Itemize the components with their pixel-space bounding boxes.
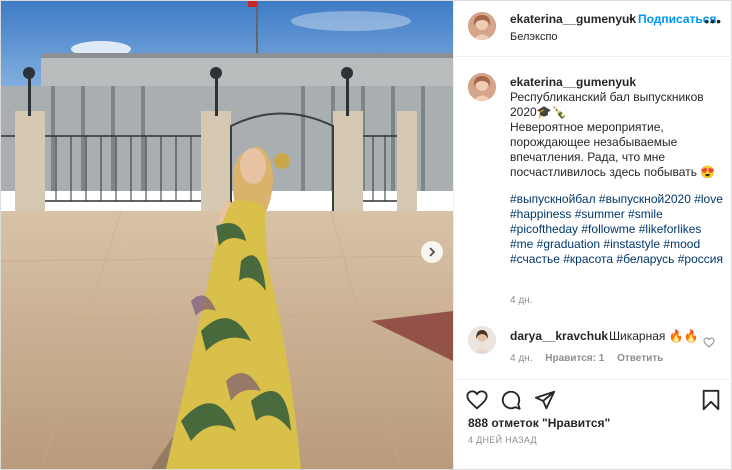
- share-button[interactable]: [534, 389, 556, 411]
- instagram-post: ekaterina__gumenyuk • Подписаться Белэкс…: [0, 0, 732, 470]
- caption-emoji: 🎓🍾: [536, 105, 567, 119]
- caption-emoji-2: 😍: [700, 165, 716, 179]
- comment-time: 4 дн.: [510, 353, 533, 364]
- comment-username[interactable]: darya__kravchuk: [510, 329, 608, 343]
- caption-avatar[interactable]: [468, 73, 496, 101]
- avatar-image: [468, 73, 496, 101]
- like-button[interactable]: [466, 389, 488, 411]
- comment-emoji: 🔥🔥: [668, 329, 699, 343]
- comment-like-button[interactable]: [703, 335, 715, 353]
- comment-likes[interactable]: Нравится: 1: [545, 353, 604, 364]
- save-button[interactable]: [700, 389, 722, 411]
- post-side-panel: ekaterina__gumenyuk • Подписаться Белэкс…: [453, 1, 732, 469]
- heart-icon: [466, 390, 488, 410]
- caption-text: Республиканский бал выпускников 2020🎓🍾 Н…: [510, 90, 724, 267]
- hashtags[interactable]: #выпускнойбал #выпускной2020 #love #happ…: [510, 192, 724, 267]
- bookmark-icon: [702, 389, 720, 411]
- action-bar: [454, 379, 732, 419]
- share-icon: [534, 390, 556, 410]
- caption-body: Невероятное мероприятие, порождающее нез…: [510, 120, 697, 179]
- avatar[interactable]: [468, 12, 496, 40]
- comment-button[interactable]: [500, 389, 522, 411]
- comment-meta: 4 дн. Нравится: 1 Ответить: [510, 353, 673, 364]
- post-location[interactable]: Белэкспо: [510, 31, 558, 43]
- separator-dot: •: [629, 12, 634, 26]
- chevron-right-icon: [429, 247, 436, 257]
- comment-text: Шикарная 🔥🔥: [609, 329, 699, 343]
- caption-username[interactable]: ekaterina__gumenyuk: [510, 75, 636, 89]
- next-photo-button[interactable]: [421, 241, 443, 263]
- comments-area[interactable]: ekaterina__gumenyuk Республиканский бал …: [454, 58, 732, 378]
- reply-button[interactable]: Ответить: [617, 353, 663, 364]
- likes-count[interactable]: 888 отметок "Нравится": [468, 416, 610, 430]
- caption-time: 4 дн.: [510, 295, 533, 306]
- post-photo[interactable]: [1, 1, 453, 469]
- avatar-image: [468, 12, 496, 40]
- comment-body: Шикарная: [609, 329, 666, 343]
- author-username[interactable]: ekaterina__gumenyuk: [510, 12, 636, 26]
- post-header: ekaterina__gumenyuk • Подписаться Белэкс…: [454, 1, 732, 57]
- comment-icon: [501, 390, 521, 410]
- comment-avatar[interactable]: [468, 326, 496, 354]
- heart-icon: [703, 337, 715, 348]
- photo-image: [1, 1, 453, 469]
- more-icon[interactable]: •••: [704, 13, 722, 29]
- post-age[interactable]: 4 ДНЕЙ НАЗАД: [468, 435, 537, 445]
- avatar-image: [468, 326, 496, 354]
